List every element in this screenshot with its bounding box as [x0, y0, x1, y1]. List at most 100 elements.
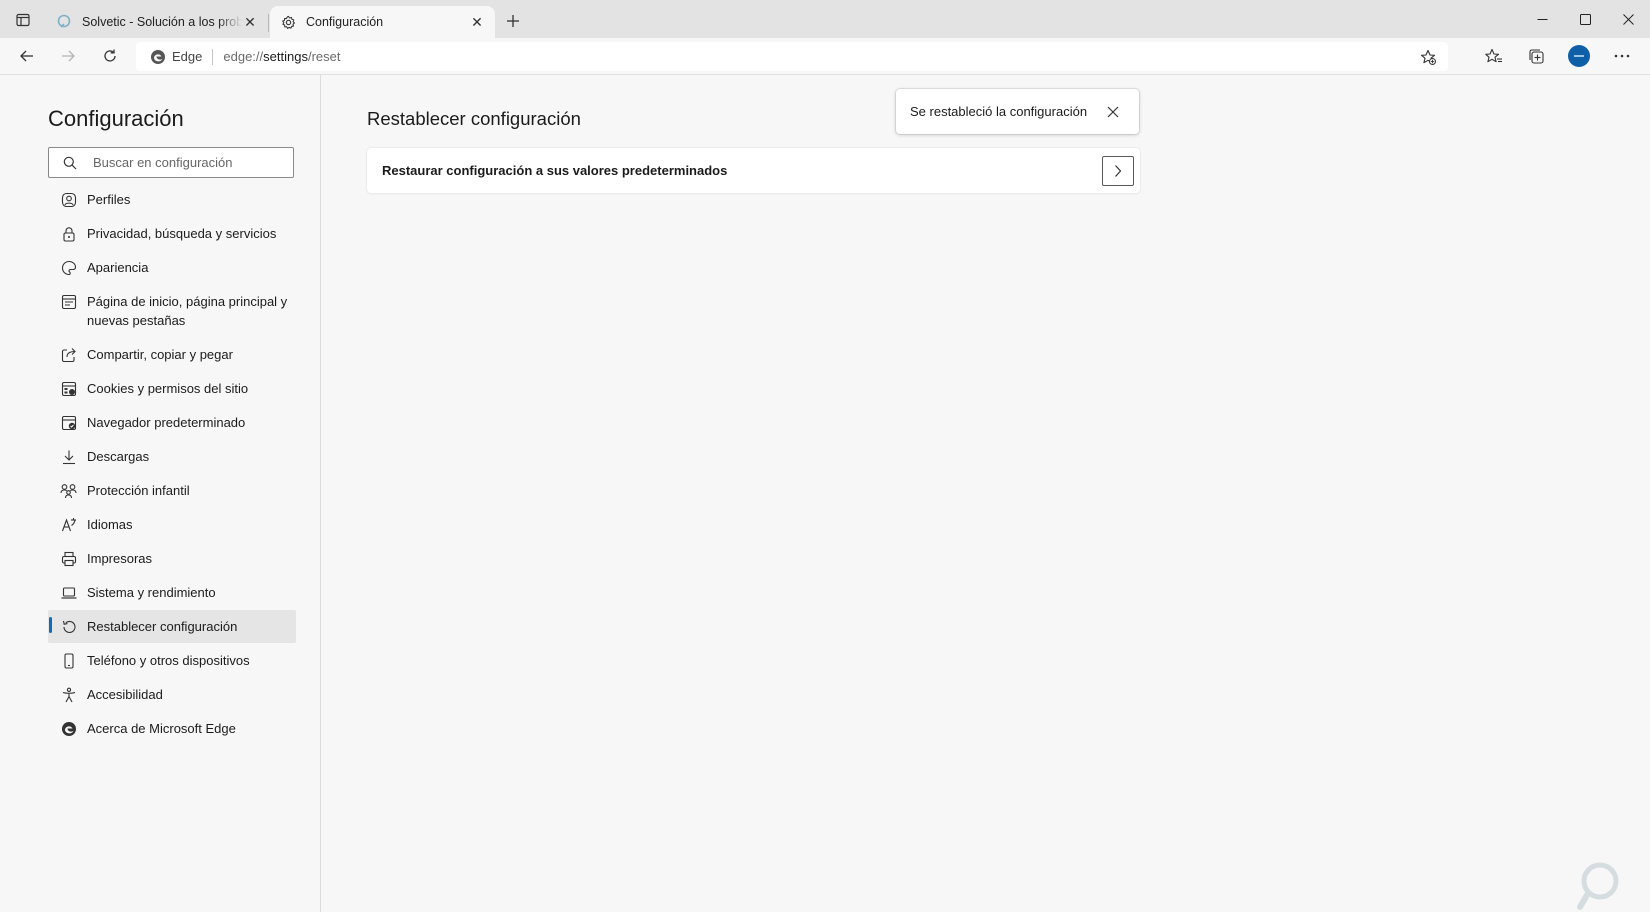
maximize-icon	[1580, 13, 1591, 25]
minimize-button[interactable]	[1521, 0, 1564, 38]
sidebar-item-apariencia[interactable]: Apariencia	[48, 251, 296, 284]
sidebar-item-label: Compartir, copiar y pegar	[87, 347, 233, 362]
sidebar-item-compartir[interactable]: Compartir, copiar y pegar	[48, 338, 296, 371]
sidebar-item-accesibilidad[interactable]: Accesibilidad	[48, 678, 296, 711]
laptop-icon	[60, 584, 77, 601]
sidebar-item-cookies[interactable]: Cookies y permisos del sitio	[48, 372, 296, 405]
sidebar-item-acerca-de[interactable]: Acerca de Microsoft Edge	[48, 712, 296, 745]
plus-icon	[507, 15, 519, 27]
toast-close-button[interactable]	[1105, 104, 1121, 120]
sidebar-item-telefono[interactable]: Teléfono y otros dispositivos	[48, 644, 296, 677]
sidebar-item-label: Descargas	[87, 449, 150, 464]
address-divider	[212, 48, 214, 65]
sidebar-item-label: Teléfono y otros dispositivos	[87, 653, 250, 668]
maximize-button[interactable]	[1564, 0, 1607, 38]
sidebar-item-label: Accesibilidad	[87, 687, 163, 702]
new-tab-button[interactable]	[502, 10, 524, 32]
settings-search-box[interactable]	[48, 147, 294, 178]
tab-solvetic[interactable]: Solvetic - Solución a los problemas ✕	[46, 6, 268, 38]
sidebar-item-label: Perfiles	[87, 192, 131, 207]
sidebar-item-impresoras[interactable]: Impresoras	[48, 542, 296, 575]
sidebar-item-label: Navegador predeterminado	[87, 415, 246, 430]
toast-message: Se restableció la configuración	[910, 104, 1088, 119]
url-host: settings	[263, 49, 308, 64]
close-tab-icon[interactable]: ✕	[469, 14, 485, 30]
sidebar-item-navegador-predeterminado[interactable]: Navegador predeterminado	[48, 406, 296, 439]
share-icon	[60, 346, 77, 363]
sidebar-item-proteccion-infantil[interactable]: Protección infantil	[48, 474, 296, 507]
chevron-right-icon	[1115, 164, 1122, 177]
accessibility-icon	[60, 686, 77, 703]
restore-defaults-row[interactable]: Restaurar configuración a sus valores pr…	[367, 148, 1140, 193]
sidebar-item-label: Idiomas	[87, 517, 133, 532]
window-controls	[1521, 0, 1650, 38]
gear-icon	[280, 14, 296, 30]
site-permissions-icon	[60, 380, 77, 397]
arrow-left-icon	[20, 50, 33, 62]
avatar	[1568, 45, 1590, 67]
tab-configuracion[interactable]: Configuración ✕	[270, 6, 495, 38]
search-icon	[63, 155, 79, 171]
edge-logo-icon	[60, 720, 77, 737]
site-identity-label: Edge	[172, 49, 203, 64]
solvetic-watermark-icon	[1577, 862, 1619, 910]
close-icon	[1623, 13, 1634, 25]
browser-toolbar: Edge edge://settings/reset	[0, 38, 1650, 75]
minimize-icon	[1537, 18, 1548, 20]
profile-icon	[60, 191, 77, 208]
restore-defaults-button[interactable]	[1102, 155, 1134, 186]
sidebar-item-restablecer[interactable]: Restablecer configuración	[48, 610, 296, 643]
reset-confirmation-toast: Se restableció la configuración	[896, 89, 1139, 134]
sidebar-item-descargas[interactable]: Descargas	[48, 440, 296, 473]
forward-button[interactable]	[53, 42, 83, 70]
sidebar-item-label: Sistema y rendimiento	[87, 585, 216, 600]
close-tab-icon[interactable]: ✕	[242, 14, 258, 30]
page-title: Restablecer configuración	[367, 108, 581, 129]
family-icon	[60, 482, 77, 499]
sidebar-item-label: Impresoras	[87, 551, 153, 566]
collections-icon	[1528, 48, 1544, 64]
solvetic-favicon-icon	[56, 14, 72, 30]
collections-button[interactable]	[1520, 42, 1552, 70]
close-icon	[1107, 106, 1119, 117]
refresh-icon	[104, 49, 116, 62]
settings-nav: Perfiles Privacidad, búsqueda y servicio…	[48, 183, 296, 746]
settings-and-more-button[interactable]	[1606, 42, 1638, 70]
url-scheme: edge://	[223, 49, 264, 64]
sidebar-item-label: Privacidad, búsqueda y servicios	[87, 226, 277, 241]
sidebar-item-label: Cookies y permisos del sitio	[87, 381, 249, 396]
star-add-icon	[1420, 49, 1436, 65]
tab-actions-button[interactable]	[12, 9, 34, 31]
tab-actions-icon	[16, 13, 30, 27]
search-input[interactable]	[91, 154, 285, 171]
more-icon	[1614, 54, 1630, 58]
sidebar-item-privacidad[interactable]: Privacidad, búsqueda y servicios	[48, 217, 296, 250]
sidebar-item-label: Acerca de Microsoft Edge	[87, 721, 236, 736]
arrow-right-icon	[62, 50, 75, 62]
reset-icon	[60, 618, 77, 635]
url-path: /reset	[307, 49, 341, 64]
add-favorite-button[interactable]	[1418, 47, 1438, 67]
lock-icon	[60, 225, 77, 242]
sidebar-item-perfiles[interactable]: Perfiles	[48, 183, 296, 216]
settings-main: Restablecer configuración Restaurar conf…	[321, 75, 1650, 912]
tab-title: Configuración	[306, 15, 384, 29]
close-window-button[interactable]	[1607, 0, 1650, 38]
default-browser-icon	[60, 414, 77, 431]
sidebar-item-label: Página de inicio, página principal y nue…	[87, 294, 288, 328]
refresh-button[interactable]	[95, 42, 125, 70]
sidebar-item-label: Apariencia	[87, 260, 149, 275]
address-bar[interactable]: Edge edge://settings/reset	[136, 42, 1448, 71]
edge-logo-icon	[150, 49, 166, 65]
printer-icon	[60, 550, 77, 567]
download-icon	[60, 448, 77, 465]
sidebar-item-idiomas[interactable]: Idiomas	[48, 508, 296, 541]
sidebar-item-label: Protección infantil	[87, 483, 190, 498]
back-button[interactable]	[12, 42, 42, 70]
sidebar-item-sistema[interactable]: Sistema y rendimiento	[48, 576, 296, 609]
favorites-button[interactable]	[1478, 42, 1510, 70]
palette-icon	[60, 259, 77, 276]
profile-button[interactable]	[1563, 42, 1595, 70]
language-icon	[60, 516, 77, 533]
sidebar-item-pagina-inicio[interactable]: Página de inicio, página principal y nue…	[48, 285, 296, 337]
